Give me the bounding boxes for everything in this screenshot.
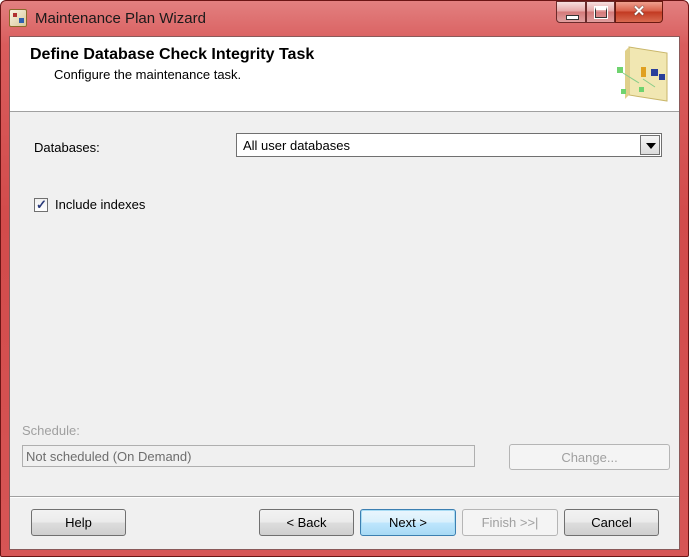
close-button[interactable]: ✕: [615, 1, 663, 23]
checkmark-icon: ✓: [36, 197, 47, 212]
back-button[interactable]: < Back: [259, 509, 354, 536]
minimize-button[interactable]: [556, 1, 586, 23]
change-schedule-button[interactable]: Change...: [509, 444, 670, 470]
footer-divider: [10, 496, 679, 498]
databases-label: Databases:: [34, 140, 100, 155]
page-title: Define Database Check Integrity Task: [30, 46, 315, 63]
schedule-value: Not scheduled (On Demand): [26, 449, 192, 464]
wizard-app-icon: [9, 9, 27, 27]
wizard-banner-icon: [617, 46, 668, 102]
schedule-field: Not scheduled (On Demand): [22, 445, 475, 467]
include-indexes-label[interactable]: Include indexes: [55, 197, 145, 212]
window-title: Maintenance Plan Wizard: [35, 10, 206, 27]
minimize-icon: [566, 15, 579, 20]
help-button[interactable]: Help: [31, 509, 126, 536]
wizard-window: Maintenance Plan Wizard ✕ Define Databas…: [0, 0, 689, 557]
wizard-client-area: Define Database Check Integrity Task Con…: [9, 36, 680, 550]
databases-selected-value: All user databases: [243, 138, 350, 153]
page-subtitle: Configure the maintenance task.: [54, 67, 242, 82]
wizard-header: Define Database Check Integrity Task Con…: [10, 37, 679, 112]
databases-dropdown[interactable]: All user databases: [236, 133, 662, 157]
title-bar[interactable]: Maintenance Plan Wizard ✕: [1, 1, 688, 36]
close-icon: ✕: [632, 3, 646, 20]
next-button[interactable]: Next >: [360, 509, 456, 536]
maximize-icon: [594, 6, 608, 19]
cancel-button[interactable]: Cancel: [564, 509, 659, 536]
finish-button[interactable]: Finish >>|: [462, 509, 558, 536]
include-indexes-checkbox[interactable]: ✓: [34, 197, 48, 212]
schedule-label: Schedule:: [22, 423, 80, 438]
maximize-button[interactable]: [586, 1, 615, 23]
chevron-down-icon[interactable]: [640, 135, 660, 155]
